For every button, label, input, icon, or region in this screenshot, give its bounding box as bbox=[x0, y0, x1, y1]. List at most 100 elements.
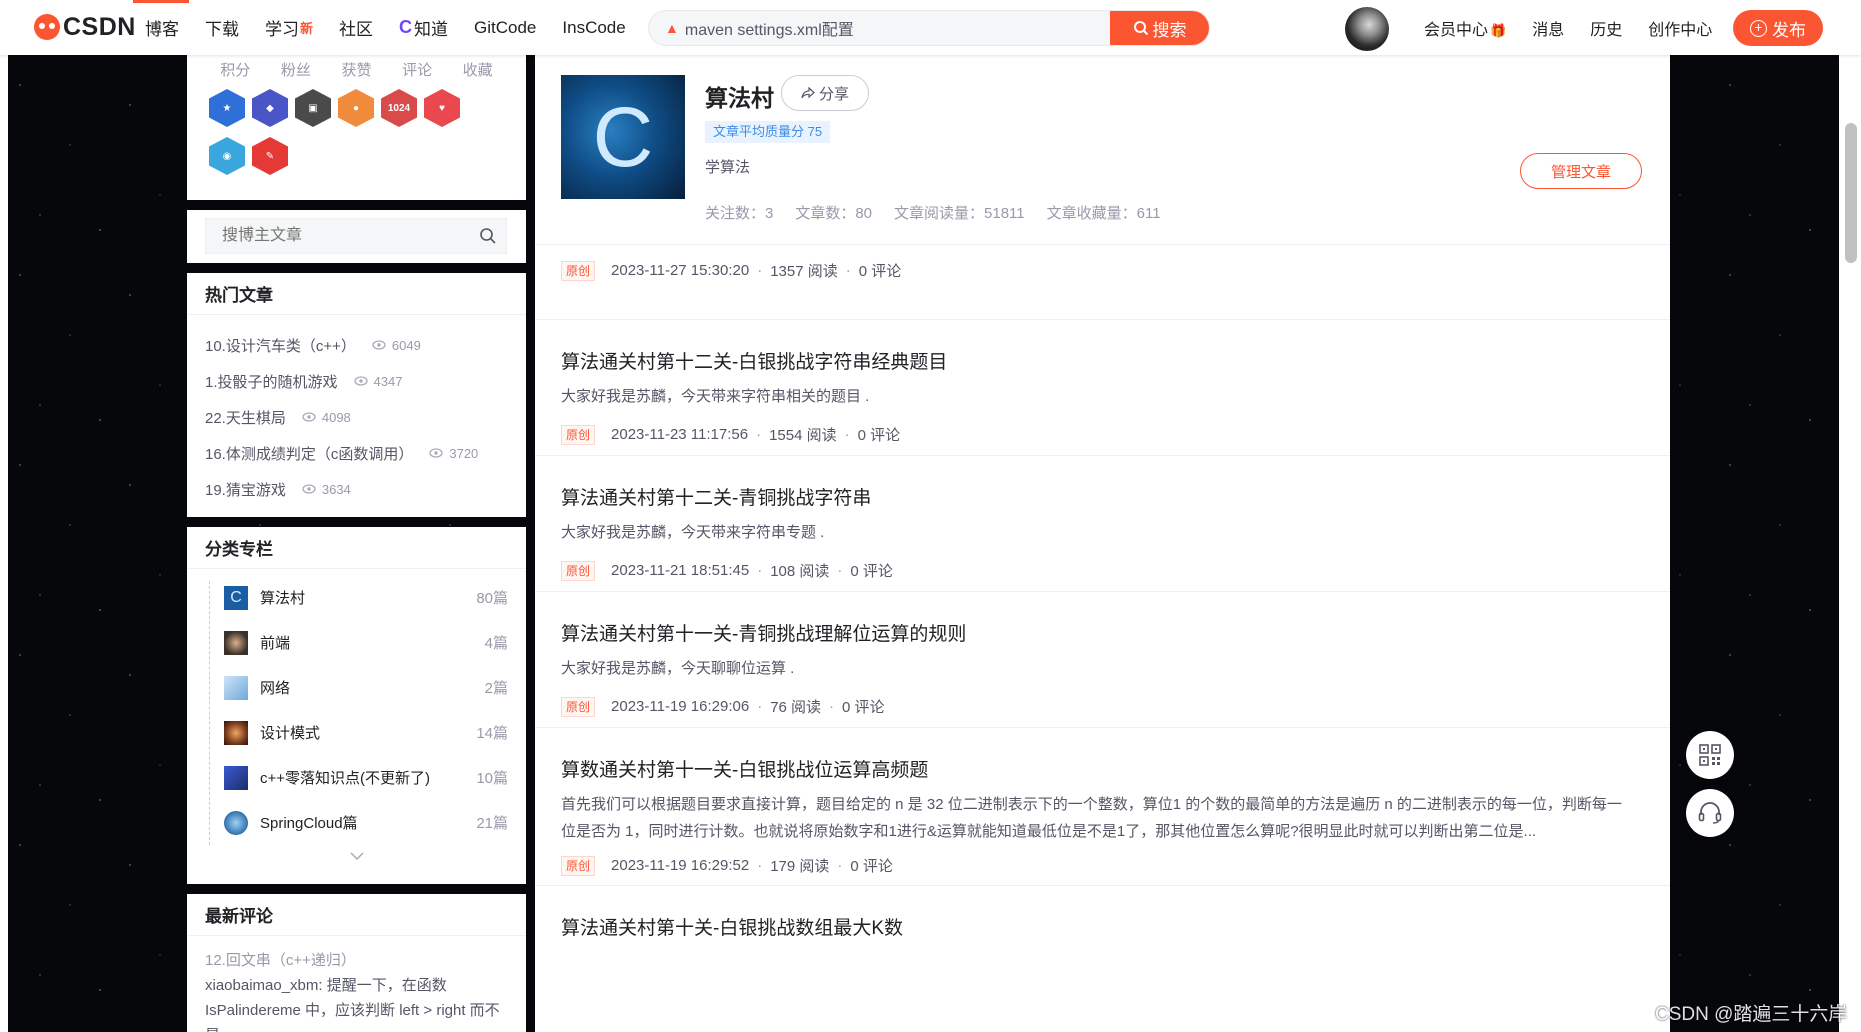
main-nav: 博客 下载 学习新 社区 C 知道 GitCode InsCode bbox=[145, 0, 652, 55]
column-item[interactable]: C 算法村 80篇 bbox=[205, 575, 508, 620]
column-item[interactable]: c++零落知识点(不更新了) 10篇 bbox=[205, 755, 508, 800]
view-count-value: 3720 bbox=[449, 445, 479, 461]
creator-center-link[interactable]: 创作中心 bbox=[1648, 16, 1712, 40]
badge-1024-icon[interactable]: 1024 bbox=[381, 89, 417, 127]
comment-text[interactable]: xiaobaimao_xbm: 提醒一下，在函数 IsPalindereme 中… bbox=[205, 973, 508, 1032]
badge-list: ★ ◆ ▣ ● 1024 ♥ ◉ ✎ bbox=[187, 81, 507, 185]
badge-icon[interactable]: ◉ bbox=[209, 137, 245, 175]
article-date: 2023-11-19 16:29:06 bbox=[611, 698, 750, 715]
article-summary[interactable]: 大家好我是苏麟，今天聊聊位运算 . bbox=[561, 655, 1670, 682]
badge-pen-icon[interactable]: ✎ bbox=[252, 137, 288, 175]
article-date: 2023-11-27 15:30:20 bbox=[611, 262, 750, 279]
nav-download[interactable]: 下载 bbox=[205, 15, 239, 40]
column-thumbnail bbox=[224, 810, 248, 835]
eye-icon bbox=[353, 376, 368, 386]
manage-articles-button[interactable]: 管理文章 bbox=[1520, 153, 1642, 189]
nav-learn[interactable]: 学习新 bbox=[265, 15, 313, 40]
article-comments: 0 评论 bbox=[850, 563, 893, 580]
global-search-input[interactable] bbox=[684, 11, 1110, 45]
column-thumbnail bbox=[224, 720, 248, 745]
blog-search-input[interactable] bbox=[206, 219, 470, 253]
badge-icon[interactable]: ★ bbox=[209, 89, 245, 127]
share-label: 分享 bbox=[818, 85, 849, 103]
publish-button[interactable]: + 发布 bbox=[1733, 10, 1823, 46]
badge-icon[interactable]: ● bbox=[338, 89, 374, 127]
badge-icon[interactable]: ◆ bbox=[252, 89, 288, 127]
article-title[interactable]: 算法通关村第十二关-青铜挑战字符串 bbox=[561, 456, 1670, 510]
nav-gitcode[interactable]: GitCode bbox=[474, 18, 536, 38]
history-link[interactable]: 历史 bbox=[1590, 16, 1622, 40]
column-cover-image: C bbox=[561, 75, 685, 199]
article-summary[interactable]: 大家好我是苏麟，今天带来字符串专题 . bbox=[561, 519, 1670, 546]
nav-gitcode-label: GitCode bbox=[474, 17, 537, 37]
stat-articles: 文章数：80 bbox=[795, 205, 873, 222]
column-item[interactable]: SpringCloud篇 21篇 bbox=[205, 800, 508, 845]
article-summary[interactable]: 大家好我是苏麟，今天带来字符串相关的题目 . bbox=[561, 383, 1670, 410]
search-icon bbox=[480, 228, 496, 244]
article-meta: 原创 2023-11-27 15:30:20 · 1357 阅读 · 0 评论 bbox=[561, 260, 1670, 281]
column-count: 80篇 bbox=[476, 590, 508, 607]
nav-inscode-label: InsCode bbox=[562, 17, 626, 37]
meta-separator: · bbox=[844, 426, 850, 443]
nav-zhidao-label: 知道 bbox=[414, 20, 449, 39]
customer-service-button[interactable] bbox=[1686, 789, 1734, 837]
column-item[interactable]: 设计模式 14篇 bbox=[205, 710, 508, 755]
column-description: 学算法 bbox=[705, 159, 751, 176]
vip-center-link[interactable]: 会员中心 🎁 bbox=[1424, 16, 1506, 40]
comment-item: 12.回文串（c++递归） xiaobaimao_xbm: 提醒一下，在函数 I… bbox=[187, 936, 526, 1032]
original-tag: 原创 bbox=[561, 855, 596, 876]
original-tag: 原创 bbox=[561, 560, 596, 581]
expand-columns-button[interactable] bbox=[205, 847, 508, 863]
hot-article-link[interactable]: 22.天生棋局 bbox=[205, 407, 286, 428]
messages-link[interactable]: 消息 bbox=[1532, 16, 1564, 40]
nav-zhidao[interactable]: C 知道 bbox=[399, 15, 448, 40]
article-title[interactable]: 算法通关村第十二关-白银挑战字符串经典题目 bbox=[561, 320, 1670, 374]
scrollbar-track[interactable] bbox=[1839, 55, 1861, 1032]
hot-article-link[interactable]: 1.投骰子的随机游戏 bbox=[205, 371, 338, 392]
hot-article-link[interactable]: 10.设计汽车类（c++） bbox=[205, 335, 356, 356]
column-name: 设计模式 bbox=[260, 725, 321, 742]
article-comments: 0 评论 bbox=[858, 263, 902, 280]
watermark-text: CSDN @踏遍三十六岸 bbox=[1655, 1004, 1848, 1025]
article-item: 原创 2023-11-27 15:30:20 · 1357 阅读 · 0 评论 bbox=[535, 260, 1670, 320]
csdn-logo[interactable]: CSDN bbox=[34, 12, 136, 42]
badge-icon[interactable]: ▣ bbox=[295, 89, 331, 127]
article-summary[interactable]: 首先我们可以根据题目要求直接计算，题目给定的 n 是 32 位二进制表示下的一个… bbox=[561, 791, 1670, 845]
column-count: 14篇 bbox=[476, 725, 508, 742]
article-comments: 0 评论 bbox=[842, 699, 885, 716]
hot-article-link[interactable]: 16.体测成绩判定（c函数调用） bbox=[205, 443, 413, 464]
user-avatar[interactable] bbox=[1345, 7, 1389, 51]
scrollbar-thumb[interactable] bbox=[1845, 123, 1857, 263]
column-item[interactable]: 网络 2篇 bbox=[205, 665, 508, 710]
hot-article-link[interactable]: 19.猜宝游戏 bbox=[205, 479, 286, 500]
share-button[interactable]: 分享 bbox=[781, 75, 869, 111]
plus-icon: + bbox=[1750, 19, 1767, 37]
headset-icon bbox=[1698, 802, 1722, 824]
vip-center-label: 会员中心 bbox=[1424, 21, 1489, 39]
nav-community[interactable]: 社区 bbox=[339, 15, 373, 40]
article-meta: 原创 2023-11-23 11:17:56 · 1554 阅读 · 0 评论 bbox=[561, 424, 1670, 445]
article-item: 算法通关村第十一关-青铜挑战理解位运算的规则 大家好我是苏麟，今天聊聊位运算 .… bbox=[535, 592, 1670, 728]
qrcode-icon bbox=[1699, 744, 1721, 766]
nav-inscode[interactable]: InsCode bbox=[562, 18, 625, 38]
comment-article-link[interactable]: 12.回文串（c++递归） bbox=[205, 948, 508, 973]
nav-blog[interactable]: 博客 bbox=[145, 15, 179, 40]
article-title[interactable]: 算数通关村第十一关-白银挑战位运算高频题 bbox=[561, 728, 1670, 782]
column-item[interactable]: 前端 4篇 bbox=[205, 620, 508, 665]
article-meta: 原创 2023-11-19 16:29:52 · 179 阅读 · 0 评论 bbox=[561, 855, 1670, 876]
blog-search-button[interactable] bbox=[470, 219, 506, 253]
column-thumbnail: C bbox=[224, 585, 248, 610]
user-links: 会员中心 🎁 消息 历史 创作中心 bbox=[1424, 0, 1738, 55]
column-count: 10篇 bbox=[476, 770, 508, 787]
article-title[interactable]: 算法通关村第十关-白银挑战数组最大K数 bbox=[561, 886, 1670, 940]
hot-fire-icon: ▲ bbox=[665, 20, 679, 36]
meta-separator: · bbox=[837, 857, 843, 874]
search-button[interactable]: 搜索 bbox=[1110, 11, 1209, 45]
badge-icon[interactable]: ♥ bbox=[424, 89, 460, 127]
nav-learn-label: 学习 bbox=[265, 20, 299, 39]
article-title[interactable]: 算法通关村第十一关-青铜挑战理解位运算的规则 bbox=[561, 592, 1670, 646]
stat-favorites: 收藏 bbox=[462, 61, 493, 79]
stat-comments: 评论 bbox=[402, 61, 433, 79]
qrcode-button[interactable] bbox=[1686, 731, 1734, 779]
global-search: ▲ 搜索 bbox=[648, 10, 1210, 46]
